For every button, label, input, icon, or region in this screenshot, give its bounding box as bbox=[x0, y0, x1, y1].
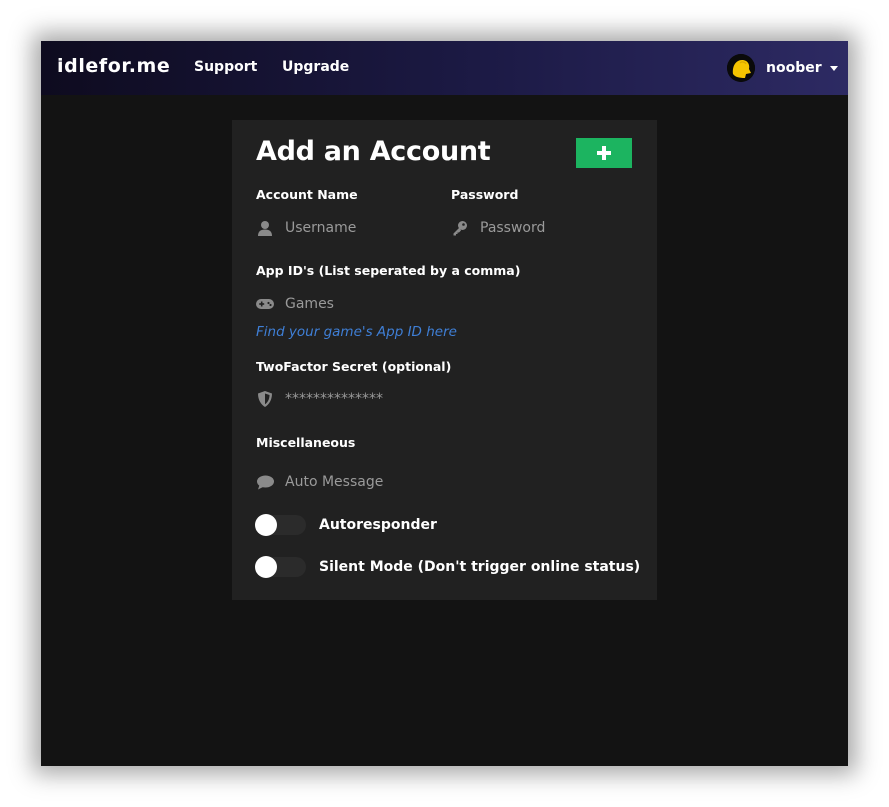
gamepad-icon bbox=[256, 295, 274, 313]
brand-logo[interactable]: idlefor.me bbox=[57, 55, 170, 77]
avatar bbox=[727, 54, 755, 82]
twofactor-input[interactable] bbox=[285, 388, 615, 410]
password-input[interactable] bbox=[480, 217, 630, 239]
nav-support-link[interactable]: Support bbox=[194, 59, 257, 75]
user-menu[interactable]: noober bbox=[727, 53, 838, 83]
page-title: Add an Account bbox=[256, 136, 491, 167]
key-icon bbox=[451, 219, 469, 237]
silent-mode-row: Silent Mode (Don't trigger online status… bbox=[255, 555, 641, 579]
autoresponder-row: Autoresponder bbox=[255, 513, 437, 537]
username-field-wrap bbox=[256, 215, 435, 241]
misc-label: Miscellaneous bbox=[256, 435, 356, 450]
plus-icon bbox=[597, 146, 611, 160]
find-app-id-link[interactable]: Find your game's App ID here bbox=[256, 324, 457, 340]
app-window: idlefor.me Support Upgrade noober Add an… bbox=[41, 41, 848, 766]
username-input[interactable] bbox=[285, 217, 435, 239]
comment-icon bbox=[256, 473, 274, 491]
toggle-knob bbox=[255, 514, 277, 536]
app-ids-label: App ID's (List seperated by a comma) bbox=[256, 263, 521, 278]
silent-mode-toggle[interactable] bbox=[255, 556, 306, 578]
auto-message-field-wrap bbox=[256, 469, 615, 495]
chevron-down-icon bbox=[829, 65, 838, 71]
password-label: Password bbox=[451, 187, 519, 202]
password-field-wrap bbox=[451, 215, 630, 241]
user-icon bbox=[256, 219, 274, 237]
silent-mode-label: Silent Mode (Don't trigger online status… bbox=[319, 559, 641, 575]
username-label: noober bbox=[766, 60, 822, 76]
account-name-label: Account Name bbox=[256, 187, 358, 202]
twofactor-field-wrap bbox=[256, 386, 615, 412]
toggle-knob bbox=[255, 556, 277, 578]
avatar-image bbox=[727, 54, 755, 82]
app-ids-input[interactable] bbox=[285, 293, 615, 315]
shield-icon bbox=[256, 390, 274, 408]
top-navbar: idlefor.me Support Upgrade noober bbox=[41, 41, 848, 95]
add-account-button[interactable] bbox=[576, 138, 632, 168]
autoresponder-toggle[interactable] bbox=[255, 514, 306, 536]
app-ids-field-wrap bbox=[256, 291, 615, 317]
auto-message-input[interactable] bbox=[285, 471, 615, 493]
twofactor-label: TwoFactor Secret (optional) bbox=[256, 359, 452, 374]
nav-upgrade-link[interactable]: Upgrade bbox=[282, 59, 349, 75]
autoresponder-label: Autoresponder bbox=[319, 517, 437, 533]
add-account-card: Add an Account Account Name Password bbox=[232, 120, 657, 600]
